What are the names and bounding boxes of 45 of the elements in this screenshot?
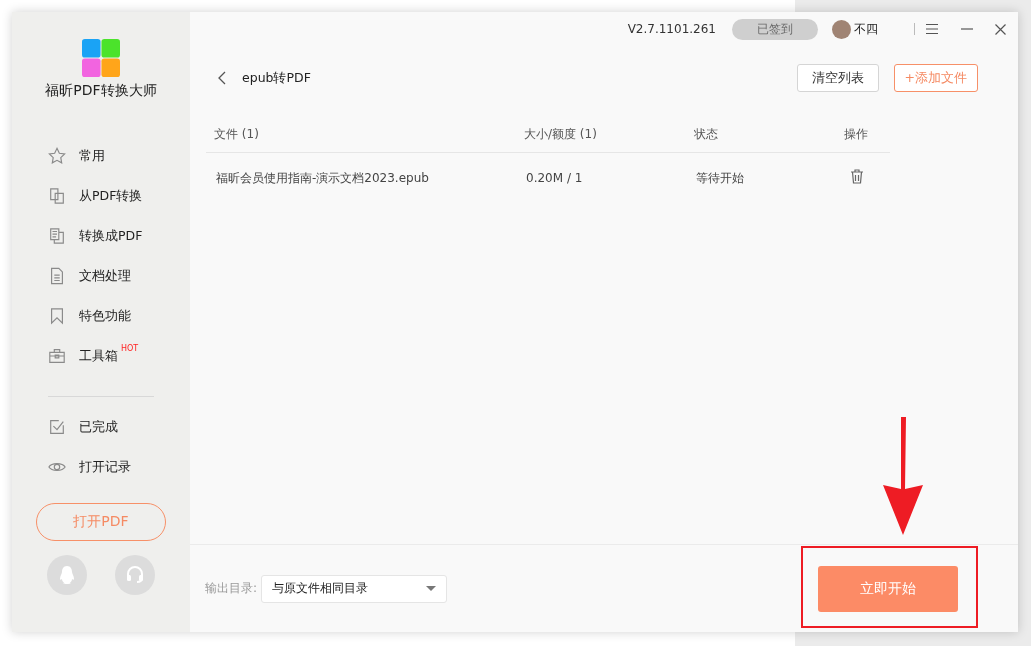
- column-header: 文件 (1): [214, 125, 260, 143]
- output-dropdown[interactable]: 与原文件相同目录: [261, 574, 448, 603]
- sidebar-item[interactable]: 特色功能: [12, 296, 190, 336]
- star-icon: [48, 147, 66, 165]
- nav-label: 常用: [79, 147, 105, 165]
- nav-label: 已完成: [79, 418, 118, 436]
- logo-icon: [82, 39, 120, 77]
- table-cell-text: 0.20M / 1: [526, 171, 584, 185]
- table-cell-text: 福昕会员使用指南-演示文档2023.epub: [216, 169, 430, 187]
- app-name: 福昕PDF转换大师: [45, 82, 157, 100]
- table-cell-text: 等待开始: [696, 169, 745, 187]
- hot-label: HOT: [121, 344, 139, 353]
- column-header: 大小/额度 (1): [524, 125, 598, 143]
- clear-list-button[interactable]: 清空列表: [796, 64, 879, 92]
- back-icon[interactable]: [218, 71, 226, 85]
- nav-label: 从PDF转换: [79, 187, 143, 205]
- documents-icon: [48, 187, 66, 205]
- trash-icon[interactable]: [850, 169, 864, 184]
- bookmark-icon: [48, 307, 66, 325]
- documents-icon: [48, 227, 66, 245]
- sidebar-item[interactable]: 已完成: [12, 407, 190, 447]
- version-label: V2.7.1101.261: [627, 22, 716, 36]
- document-icon: [48, 267, 66, 285]
- nav-label: 打开记录: [79, 458, 131, 476]
- menu-icon[interactable]: [925, 23, 939, 35]
- close-icon[interactable]: [995, 23, 1006, 35]
- user-name: 不四: [854, 20, 878, 38]
- nav-label: 特色功能: [79, 307, 131, 325]
- caret-icon: [426, 586, 437, 591]
- column-header: 操作: [844, 125, 869, 143]
- toolbox-icon: [48, 347, 66, 365]
- sidebar-item[interactable]: 从PDF转换: [12, 176, 190, 216]
- sidebar-item[interactable]: 工具箱 HOT: [12, 336, 190, 376]
- column-header: 状态: [694, 125, 719, 143]
- checkbox-icon: [48, 418, 66, 436]
- page-title: epub转PDF: [242, 69, 311, 87]
- sidebar-item[interactable]: 文档处理: [12, 256, 190, 296]
- sidebar-item[interactable]: 常用: [12, 136, 190, 176]
- nav-label: 工具箱: [79, 347, 118, 365]
- output-label: 输出目录:: [205, 580, 258, 597]
- avatar[interactable]: [832, 19, 851, 39]
- nav-label: 文档处理: [79, 267, 131, 285]
- nav-label: 转换成PDF: [79, 227, 143, 245]
- sidebar-item[interactable]: 转换成PDF: [12, 216, 190, 256]
- sidebar-item[interactable]: 打开记录: [12, 447, 190, 487]
